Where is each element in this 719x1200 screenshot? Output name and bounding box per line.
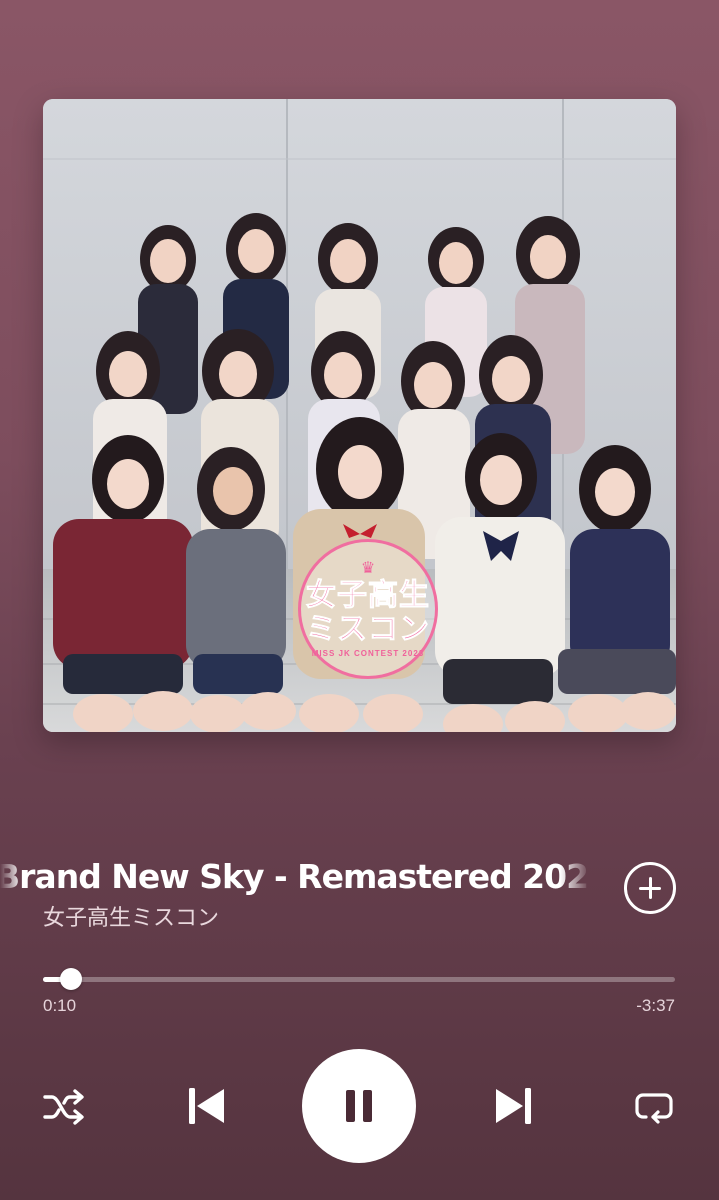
previous-track-button[interactable] bbox=[180, 1080, 232, 1132]
shuffle-icon bbox=[43, 1089, 84, 1125]
track-artist[interactable]: 女子高生ミスコン bbox=[43, 903, 219, 935]
repeat-button[interactable] bbox=[630, 1085, 678, 1129]
repeat-icon bbox=[635, 1093, 673, 1124]
progress-thumb[interactable] bbox=[59, 968, 82, 990]
logo-line-2: ミスコン bbox=[306, 611, 430, 647]
pause-button[interactable] bbox=[302, 1049, 416, 1163]
add-to-library-button[interactable] bbox=[624, 862, 676, 914]
crown-icon: ♛ bbox=[360, 559, 376, 577]
pause-icon bbox=[346, 1090, 372, 1122]
progress-bar[interactable] bbox=[43, 968, 675, 990]
shuffle-button[interactable] bbox=[40, 1085, 90, 1129]
album-art: ♛ 女子高生 ミスコン MISS JK CONTEST 2023 bbox=[43, 99, 676, 732]
track-title-text: Brand New Sky - Remastered 2023 bbox=[0, 857, 590, 896]
track-title: Brand New Sky - Remastered 2023 bbox=[0, 852, 590, 902]
next-track-button[interactable] bbox=[488, 1080, 540, 1132]
elapsed-time: 0:10 bbox=[43, 996, 77, 1015]
logo-line-1: 女子高生 bbox=[306, 577, 430, 613]
skip-previous-icon bbox=[189, 1088, 224, 1124]
contest-logo: ♛ 女子高生 ミスコン MISS JK CONTEST 2023 bbox=[298, 539, 438, 679]
skip-next-icon bbox=[496, 1088, 531, 1124]
logo-subtext: MISS JK CONTEST 2023 bbox=[311, 648, 425, 658]
remaining-time: -3:37 bbox=[636, 996, 675, 1015]
